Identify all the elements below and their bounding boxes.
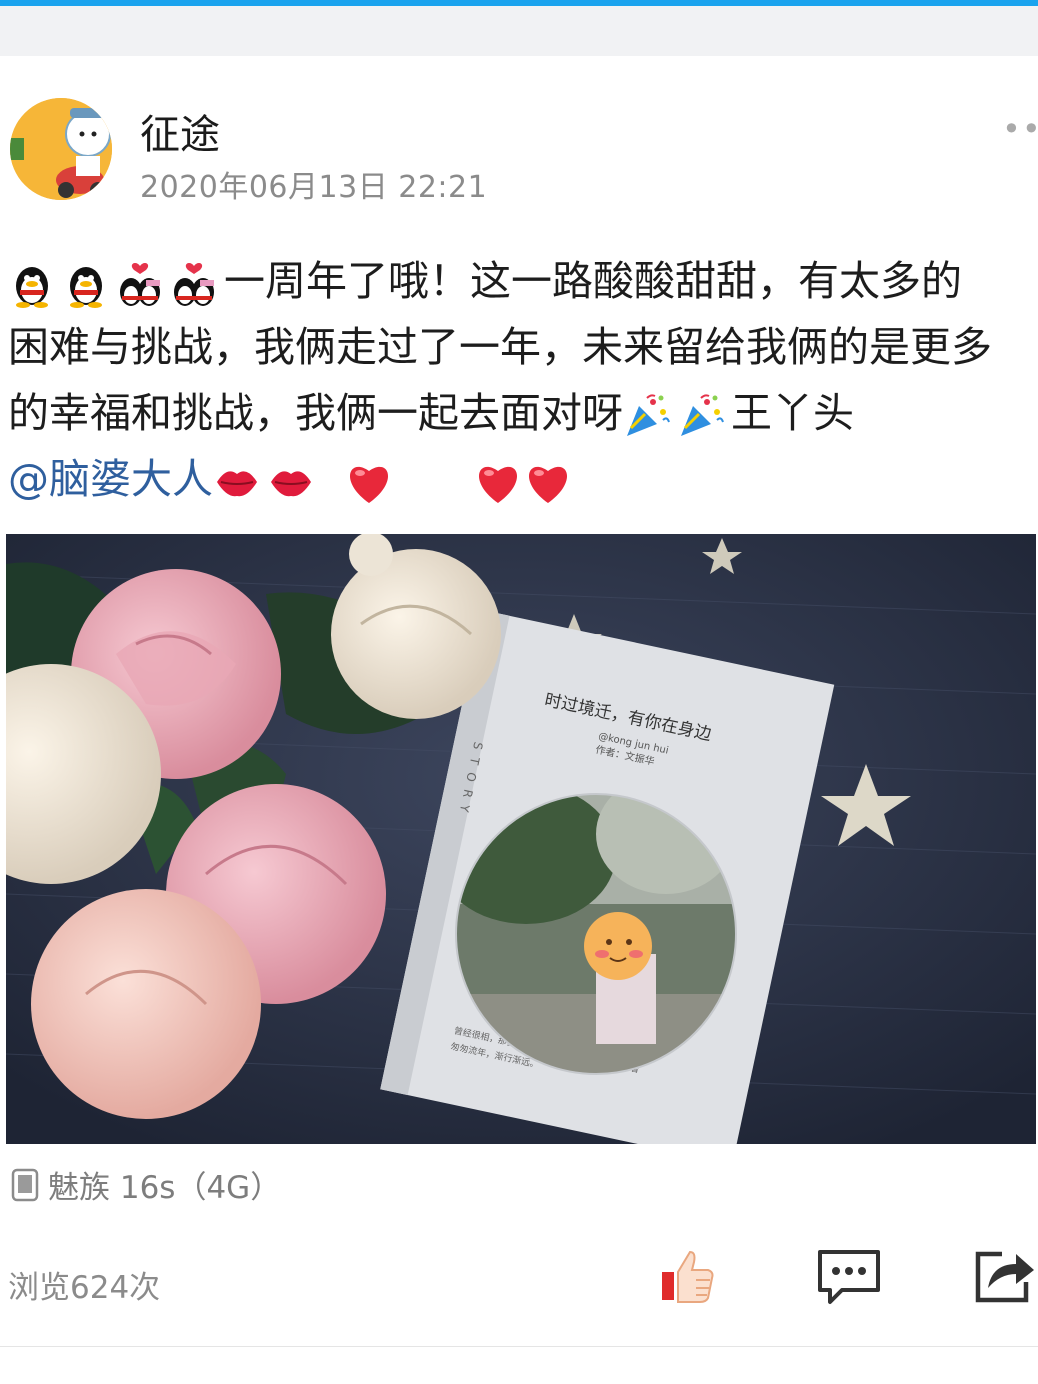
device-info: 魅族 16s（4G） xyxy=(10,1162,281,1207)
more-options-icon[interactable]: ••• xyxy=(1002,110,1038,148)
party-popper-icon xyxy=(681,394,724,436)
red-heart-icon xyxy=(479,466,518,503)
share-button[interactable] xyxy=(972,1248,1038,1306)
party-popper-icon xyxy=(627,394,670,436)
qq-penguin-icon xyxy=(70,267,102,308)
qq-penguin-icon xyxy=(16,267,48,308)
like-button[interactable] xyxy=(660,1248,728,1306)
content-text: 的幸福和挑战，我俩一起去面对呀 xyxy=(8,389,623,437)
post-content: 一周年了哦！这一路酸酸甜甜，有太多的 困难与挑战，我俩走过了一年，未来留给我俩的… xyxy=(8,248,1034,512)
lips-icon xyxy=(271,471,311,497)
content-text: 王丫头 xyxy=(731,389,854,437)
share-icon xyxy=(975,1251,1034,1303)
comment-button[interactable] xyxy=(816,1248,884,1306)
red-heart-icon xyxy=(350,466,389,503)
avatar[interactable] xyxy=(10,98,112,200)
thumbs-up-icon xyxy=(662,1250,714,1303)
content-line-4: @脑婆大人 xyxy=(8,446,1034,512)
content-line-2: 困难与挑战，我俩走过了一年，未来留给我俩的是更多 xyxy=(8,323,992,371)
top-gap xyxy=(0,6,1038,56)
comment-icon xyxy=(818,1250,880,1304)
content-line-3: 的幸福和挑战，我俩一起去面对呀 王丫头 xyxy=(8,380,1034,446)
content-line-1: 一周年了哦！这一路酸酸甜甜，有太多的 xyxy=(8,248,1034,314)
content-text: 一周年了哦！这一路酸酸甜甜，有太多的 xyxy=(224,257,962,305)
mention-link[interactable]: @脑婆大人 xyxy=(8,455,213,503)
username[interactable]: 征途 xyxy=(140,102,220,160)
bottom-divider xyxy=(0,1346,1038,1347)
red-heart-icon xyxy=(529,466,568,503)
view-count: 浏览624次 xyxy=(8,1270,161,1306)
kissing-couple-icon xyxy=(120,263,160,306)
post-timestamp: 2020年06月13日 22:21 xyxy=(140,170,488,205)
post-photo[interactable]: 时过境迁，有你在身边 @kong jun hui 作者：文振华 STORY 曾经… xyxy=(6,534,1036,1144)
phone-icon xyxy=(11,1168,39,1201)
lips-icon xyxy=(217,471,257,497)
device-name: 魅族 16s（4G） xyxy=(48,1170,282,1206)
kissing-couple-icon xyxy=(174,263,214,306)
